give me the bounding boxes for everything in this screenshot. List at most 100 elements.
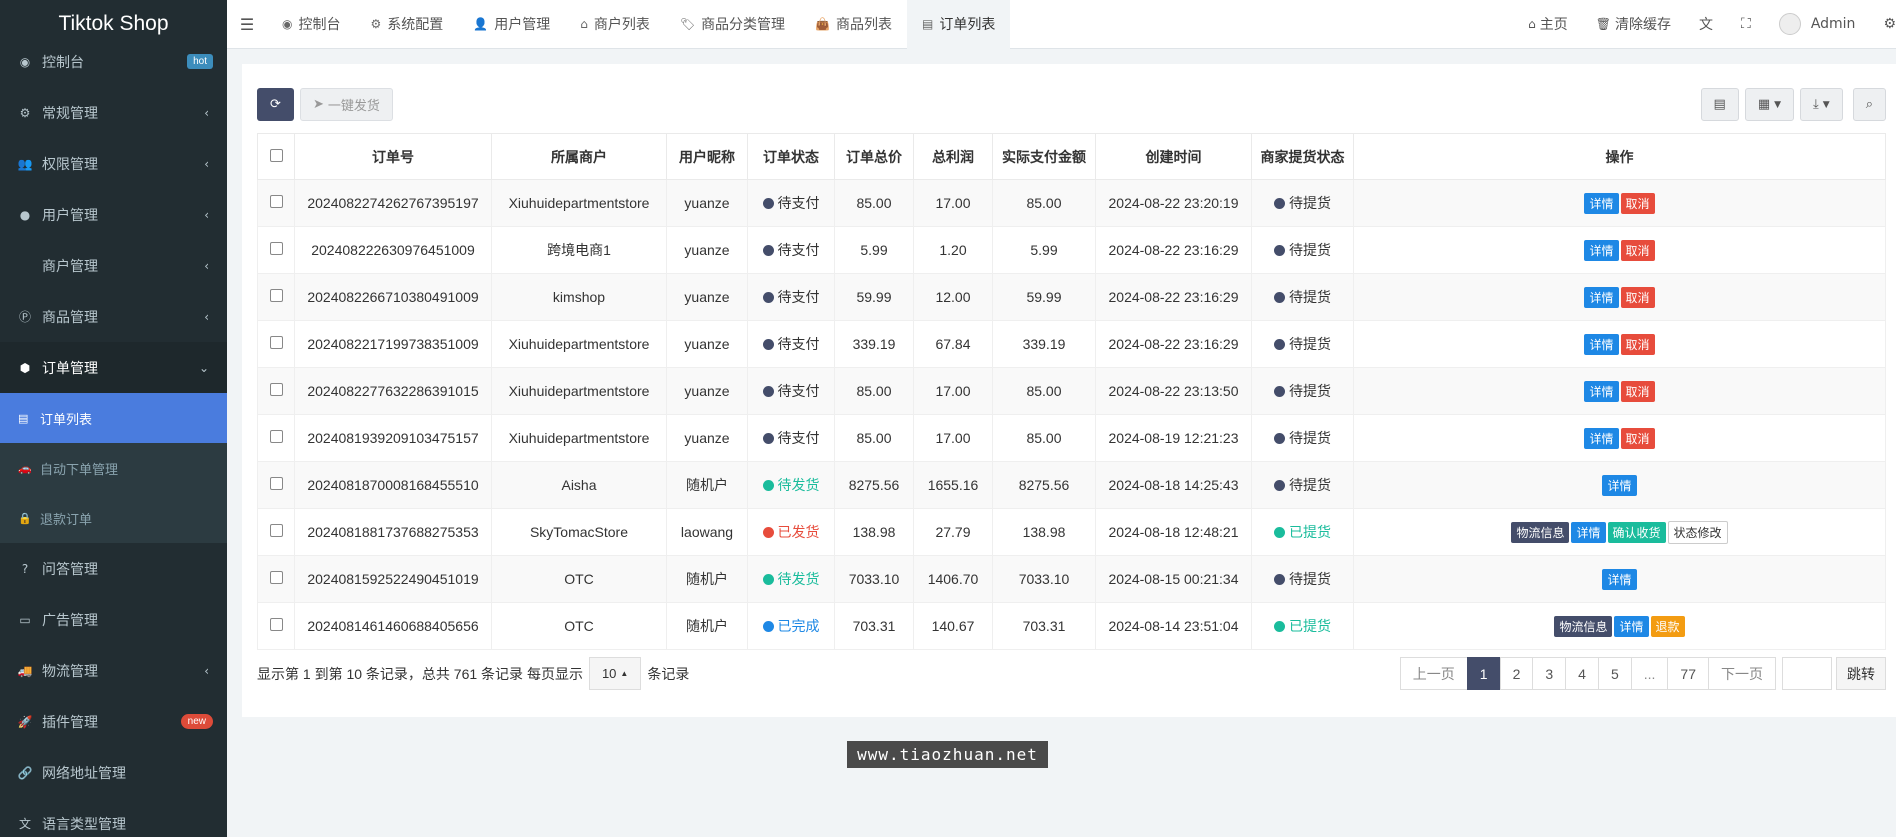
home-link[interactable]: ⌂ 主页 (1514, 14, 1582, 34)
export-button[interactable]: ⤓ ▼ (1800, 88, 1843, 121)
action-button[interactable]: 详情 (1614, 615, 1649, 637)
sidebar-subitem-car[interactable]: 🚗 自动下单管理 (0, 443, 227, 493)
action-button[interactable]: 取消 (1620, 286, 1655, 308)
columns-button[interactable]: ▦ ▼ (1744, 88, 1795, 121)
ad-icon: ▭ (19, 612, 31, 627)
tab-list-alt[interactable]: ▤ 订单列表 (907, 0, 1011, 49)
row-select-cell[interactable] (257, 461, 295, 509)
action-button[interactable]: 详情 (1571, 521, 1606, 543)
row-select-cell[interactable] (257, 555, 295, 603)
page-button[interactable]: 3 (1532, 657, 1567, 690)
row-select-cell[interactable] (257, 367, 295, 415)
sidebar-item-cogs[interactable]: ⚙ 常规管理 ‹ (0, 87, 227, 138)
page-button[interactable]: 1 (1466, 657, 1501, 690)
action-button[interactable]: 详情 (1584, 239, 1619, 261)
refresh-button[interactable]: ⟳ (257, 88, 294, 121)
language-switch-button[interactable]: 文 (1685, 14, 1727, 34)
one-click-ship-button[interactable]: ➤ 一键发货 (300, 88, 393, 121)
settings-button[interactable]: ⚙ (1869, 16, 1896, 32)
total-profit: 17.00 (913, 179, 993, 227)
row-select-cell[interactable] (257, 273, 295, 321)
sidebar-item-label: 语言类型管理 (42, 816, 126, 833)
row-checkbox[interactable] (269, 336, 283, 349)
page-button[interactable]: 77 (1667, 657, 1709, 690)
row-checkbox[interactable] (269, 430, 283, 443)
action-button[interactable]: 详情 (1584, 286, 1619, 308)
sidebar-item-truck[interactable]: 🚚 物流管理 ‹ (0, 645, 227, 696)
page-jump-button[interactable]: 跳转 (1836, 657, 1886, 690)
tab-shopping-bag[interactable]: 👜 商品列表 (800, 0, 907, 49)
pickup-dot (1274, 480, 1285, 491)
select-all-checkbox[interactable] (269, 148, 283, 162)
row-checkbox[interactable] (269, 524, 283, 537)
action-button[interactable]: 详情 (1584, 192, 1619, 214)
action-button[interactable]: 物流信息 (1554, 615, 1613, 637)
sidebar-item-link[interactable]: 🔗 网络地址管理 (0, 747, 227, 798)
action-button[interactable]: 取消 (1620, 427, 1655, 449)
tab-user[interactable]: 👤 用户管理 (458, 0, 565, 49)
action-button[interactable]: 确认收货 (1607, 521, 1666, 543)
action-button[interactable]: 详情 (1602, 568, 1637, 590)
sidebar-item-apple[interactable]: 商户管理 ‹ (0, 240, 227, 291)
action-button[interactable]: 物流信息 (1511, 521, 1570, 543)
row-checkbox[interactable] (269, 477, 283, 490)
sidebar-item-rocket[interactable]: 🚀 插件管理 new (0, 696, 227, 747)
page-jump-input[interactable] (1782, 657, 1832, 690)
sidebar-item-user-circle[interactable]: ● 用户管理 ‹ (0, 189, 227, 240)
sidebar-subitem-list[interactable]: ▤ 订单列表 (0, 393, 227, 443)
toggle-view-button[interactable]: ▤ (1700, 88, 1739, 121)
column-header: 创建时间 (1095, 133, 1252, 180)
total-profit: 1406.70 (913, 555, 993, 603)
page-button[interactable]: 4 (1565, 657, 1599, 690)
page-button[interactable]: 2 (1499, 657, 1534, 690)
page-size-select[interactable]: 10 ▲ (588, 657, 642, 690)
sidebar-item-question-circle[interactable]: ? 问答管理 (0, 543, 227, 594)
row-select-cell[interactable] (257, 602, 295, 650)
sidebar-item-ad[interactable]: ▭ 广告管理 (0, 594, 227, 645)
link-icon: 🔗 (17, 765, 33, 780)
action-button[interactable]: 详情 (1584, 427, 1619, 449)
action-button[interactable]: 详情 (1584, 333, 1619, 355)
row-checkbox[interactable] (269, 571, 283, 584)
next-page-button[interactable]: 下一页 (1708, 657, 1776, 690)
sidebar-item-users[interactable]: 👥 权限管理 ‹ (0, 138, 227, 189)
select-all-cell[interactable] (257, 133, 295, 180)
user-menu[interactable]: Admin (1765, 13, 1870, 35)
row-select-cell[interactable] (257, 226, 295, 274)
action-button[interactable]: 详情 (1602, 474, 1637, 496)
prev-page-button[interactable]: 上一页 (1399, 657, 1468, 690)
row-checkbox[interactable] (269, 618, 283, 631)
trash-icon: 🗑 (1595, 17, 1611, 31)
search-button[interactable]: ⌕ (1852, 88, 1886, 121)
row-select-cell[interactable] (257, 179, 295, 227)
sidebar-item-language[interactable]: 文语言类型管理 (0, 798, 227, 837)
row-checkbox[interactable] (269, 242, 283, 255)
action-button[interactable]: 退款 (1650, 615, 1685, 637)
action-button[interactable]: 取消 (1620, 192, 1655, 214)
row-select-cell[interactable] (257, 414, 295, 462)
tab-home[interactable]: ⌂ 商户列表 (565, 0, 665, 49)
action-button[interactable]: 状态修改 (1667, 520, 1728, 544)
row-actions: 物流信息 详情 确认收货 状态修改 (1353, 508, 1886, 556)
topbar-right: ⌂ 主页 🗑 清除缓存 文 ⛶ Admin ⚙ (1514, 0, 1896, 49)
action-button[interactable]: 详情 (1584, 380, 1619, 402)
clear-cache-button[interactable]: 🗑 清除缓存 (1582, 14, 1685, 34)
tab-dashboard[interactable]: ◉ 控制台 (267, 0, 355, 49)
page-button[interactable]: 5 (1597, 657, 1632, 690)
action-button[interactable]: 取消 (1620, 239, 1655, 261)
row-checkbox[interactable] (269, 195, 283, 208)
row-checkbox[interactable] (269, 289, 283, 302)
hamburger-menu-icon[interactable]: ☰ (227, 15, 267, 34)
row-checkbox[interactable] (269, 383, 283, 396)
row-select-cell[interactable] (257, 508, 295, 556)
page-button[interactable]: ... (1630, 657, 1669, 690)
tab-cog[interactable]: ⚙ 系统配置 (355, 0, 458, 49)
fullscreen-button[interactable]: ⛶ (1727, 16, 1765, 32)
sidebar-item-product-hunt[interactable]: Ⓟ 商品管理 ‹ (0, 291, 227, 342)
row-select-cell[interactable] (257, 320, 295, 368)
action-button[interactable]: 取消 (1620, 380, 1655, 402)
sidebar-subitem-lock[interactable]: 🔒 退款订单 (0, 493, 227, 543)
action-button[interactable]: 取消 (1620, 333, 1655, 355)
sidebar-item-cube[interactable]: ⬢ 订单管理 ⌄ (0, 342, 227, 393)
tab-tag[interactable]: 🏷 商品分类管理 (665, 0, 800, 49)
